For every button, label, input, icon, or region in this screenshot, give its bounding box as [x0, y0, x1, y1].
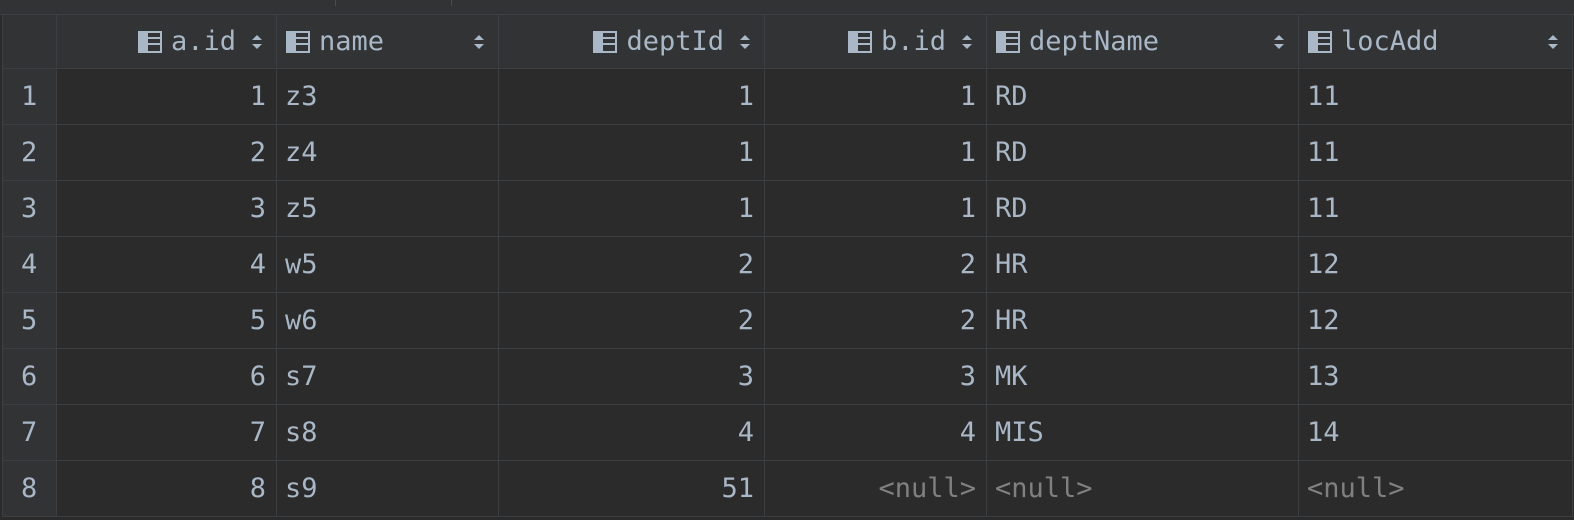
table-cell[interactable]: z3 — [276, 68, 499, 125]
table-row[interactable]: 1 1 z3 1 1 RD 11 — [2, 68, 1573, 125]
sort-toggle-icon[interactable] — [472, 31, 486, 53]
column-header-locadd[interactable]: locAdd — [1298, 14, 1573, 69]
result-table: a.id name deptId b.id deptName locAdd 1 1 z3 1 1 R… — [2, 14, 1573, 517]
table-row[interactable]: 8 8 s9 51 <null> <null> <null> — [2, 460, 1573, 517]
result-grid: a.id name deptId b.id deptName locAdd 1 1 z3 1 1 R… — [0, 0, 1574, 520]
column-header-label: a.id — [170, 26, 236, 57]
table-cell[interactable]: 1 — [764, 180, 987, 237]
row-number-header — [2, 14, 57, 69]
table-cell[interactable]: 14 — [1298, 404, 1573, 461]
table-row[interactable]: 3 3 z5 1 1 RD 11 — [2, 180, 1573, 237]
column-header-label: deptName — [1029, 26, 1160, 57]
table-cell[interactable]: 1 — [764, 124, 987, 181]
table-cell[interactable]: <null> — [764, 460, 987, 517]
table-cell[interactable]: 6 — [56, 348, 277, 405]
table-cell[interactable]: 2 — [498, 236, 765, 293]
row-number[interactable]: 3 — [2, 180, 57, 237]
table-cell[interactable]: HR — [986, 236, 1299, 293]
table-cell[interactable]: 3 — [498, 348, 765, 405]
table-cell[interactable]: 12 — [1298, 236, 1573, 293]
row-number[interactable]: 5 — [2, 292, 57, 349]
column-table-icon — [847, 30, 872, 53]
table-cell[interactable]: s9 — [276, 460, 499, 517]
table-cell[interactable]: MIS — [986, 404, 1299, 461]
table-cell[interactable]: 11 — [1298, 180, 1573, 237]
header-row: a.id name deptId b.id deptName locAdd — [2, 14, 1573, 69]
sort-toggle-icon[interactable] — [1546, 31, 1560, 53]
column-header-label: name — [319, 26, 385, 57]
table-cell[interactable]: 51 — [498, 460, 765, 517]
table-cell[interactable]: RD — [986, 68, 1299, 125]
column-header-a-id[interactable]: a.id — [56, 14, 277, 69]
table-cell[interactable]: z5 — [276, 180, 499, 237]
column-table-icon — [286, 30, 310, 53]
column-header-b-id[interactable]: b.id — [764, 14, 987, 69]
table-cell[interactable]: s7 — [276, 348, 499, 405]
table-cell[interactable]: HR — [986, 292, 1299, 349]
table-cell[interactable]: 2 — [764, 292, 987, 349]
table-cell[interactable]: 1 — [498, 68, 765, 125]
table-cell[interactable]: 4 — [56, 236, 277, 293]
table-row[interactable]: 6 6 s7 3 3 MK 13 — [2, 348, 1573, 405]
row-number[interactable]: 2 — [2, 124, 57, 181]
table-cell[interactable]: RD — [986, 124, 1299, 181]
sort-toggle-icon[interactable] — [738, 31, 752, 53]
table-cell[interactable]: 4 — [498, 404, 765, 461]
table-row[interactable]: 7 7 s8 4 4 MIS 14 — [2, 404, 1573, 461]
table-cell[interactable]: 7 — [56, 404, 277, 461]
table-cell[interactable]: z4 — [276, 124, 499, 181]
table-cell[interactable]: 3 — [764, 348, 987, 405]
column-header-deptname[interactable]: deptName — [986, 14, 1299, 69]
row-number[interactable]: 7 — [2, 404, 57, 461]
table-cell[interactable]: 4 — [764, 404, 987, 461]
table-cell[interactable]: w6 — [276, 292, 499, 349]
table-cell[interactable]: RD — [986, 180, 1299, 237]
column-table-icon — [1308, 30, 1332, 53]
table-cell[interactable]: MK — [986, 348, 1299, 405]
table-cell[interactable]: 11 — [1298, 68, 1573, 125]
table-cell[interactable]: 1 — [498, 124, 765, 181]
row-number[interactable]: 4 — [2, 236, 57, 293]
table-row[interactable]: 5 5 w6 2 2 HR 12 — [2, 292, 1573, 349]
table-cell[interactable]: <null> — [1298, 460, 1573, 517]
sort-toggle-icon[interactable] — [250, 31, 264, 53]
column-header-label: deptId — [626, 26, 724, 57]
table-cell[interactable]: 2 — [764, 236, 987, 293]
column-header-deptid[interactable]: deptId — [498, 14, 765, 69]
table-cell[interactable]: 3 — [56, 180, 277, 237]
table-cell[interactable]: s8 — [276, 404, 499, 461]
sort-toggle-icon[interactable] — [960, 31, 974, 53]
table-cell[interactable]: w5 — [276, 236, 499, 293]
table-cell[interactable]: 5 — [56, 292, 277, 349]
table-cell[interactable]: 1 — [764, 68, 987, 125]
table-cell[interactable]: <null> — [986, 460, 1299, 517]
row-number[interactable]: 1 — [2, 68, 57, 125]
table-cell[interactable]: 2 — [498, 292, 765, 349]
column-table-icon — [996, 30, 1020, 53]
table-cell[interactable]: 1 — [56, 68, 277, 125]
table-body: 1 1 z3 1 1 RD 11 2 2 z4 1 1 RD 11 3 3 z5 1 1 RD 11 4 4 w5 2 2 HR 12… — [2, 68, 1573, 517]
column-table-icon — [137, 30, 162, 53]
table-cell[interactable]: 13 — [1298, 348, 1573, 405]
table-cell[interactable]: 11 — [1298, 124, 1573, 181]
column-header-label: locAdd — [1341, 26, 1439, 57]
row-number[interactable]: 8 — [2, 460, 57, 517]
table-cell[interactable]: 8 — [56, 460, 277, 517]
table-cell[interactable]: 1 — [498, 180, 765, 237]
column-table-icon — [593, 30, 618, 53]
table-cell[interactable]: 12 — [1298, 292, 1573, 349]
table-row[interactable]: 2 2 z4 1 1 RD 11 — [2, 124, 1573, 181]
table-row[interactable]: 4 4 w5 2 2 HR 12 — [2, 236, 1573, 293]
column-header-name[interactable]: name — [276, 14, 499, 69]
table-cell[interactable]: 2 — [56, 124, 277, 181]
column-header-label: b.id — [880, 26, 946, 57]
row-number[interactable]: 6 — [2, 348, 57, 405]
top-toolbar-strip — [0, 0, 1574, 15]
sort-toggle-icon[interactable] — [1272, 31, 1286, 53]
